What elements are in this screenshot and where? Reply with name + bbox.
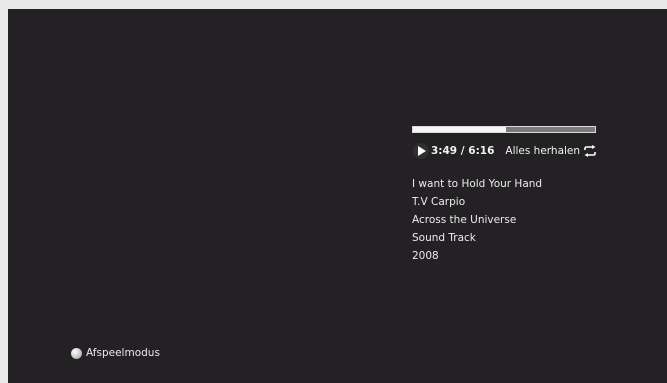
repeat-mode-label[interactable]: Alles herhalen <box>505 145 580 157</box>
track-artist: T.V Carpio <box>412 196 466 208</box>
media-player-screen: 3:49 / 6:16 Alles herhalen I want to Hol… <box>8 9 667 383</box>
progress-fill <box>413 127 506 132</box>
now-playing-panel: 3:49 / 6:16 Alles herhalen I want to Hol… <box>412 126 612 265</box>
playback-time: 3:49 / 6:16 <box>431 145 495 157</box>
playback-mode-hint[interactable]: Afspeelmodus <box>71 347 160 359</box>
track-genre: Sound Track <box>412 232 476 244</box>
track-album: Across the Universe <box>412 214 517 226</box>
track-year: 2008 <box>412 250 439 262</box>
playback-mode-label: Afspeelmodus <box>86 347 160 359</box>
play-icon[interactable] <box>412 142 430 160</box>
circle-button-icon <box>71 347 82 359</box>
playback-status-row: 3:49 / 6:16 Alles herhalen <box>412 142 612 160</box>
repeat-icon[interactable] <box>583 144 597 158</box>
progress-bar[interactable] <box>412 126 596 133</box>
track-info: I want to Hold Your Hand T.V Carpio Acro… <box>412 175 612 265</box>
track-title: I want to Hold Your Hand <box>412 178 543 190</box>
